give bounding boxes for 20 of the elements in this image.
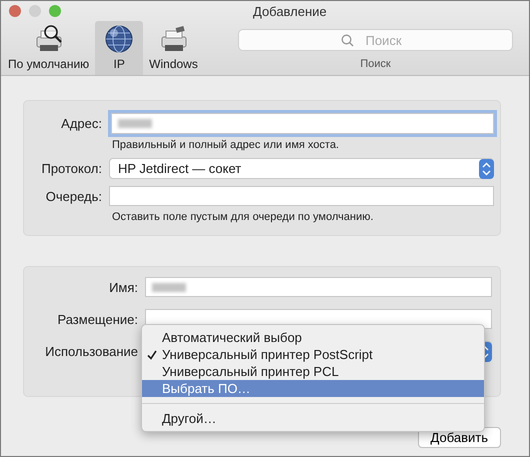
toolbar-tab[interactable]: Windows [146, 21, 201, 75]
window-title: Добавление [253, 4, 327, 18]
field-label: Адрес: [60, 116, 102, 131]
menu-item[interactable]: Автоматический выбор [142, 329, 484, 346]
field-label: Размещение: [56, 312, 138, 326]
search-field[interactable]: Поиск [238, 29, 513, 51]
menu-item[interactable]: Универсальный принтер PostScript [142, 346, 484, 363]
field-label: Очередь: [44, 188, 102, 204]
hint-text: Правильный и полный адрес или имя хоста. [111, 139, 339, 151]
menu-item[interactable]: Универсальный принтер PCL [142, 363, 484, 380]
hint-text: Оставить поле пустым для очереди по умолчанию. [111, 211, 374, 223]
search-label: Поиск [360, 58, 391, 70]
toolbar-tab[interactable]: IP [95, 21, 144, 75]
field-label: Имя: [108, 280, 138, 294]
toolbar-tab[interactable]: По умолчанию [5, 21, 92, 75]
field-label: Протокол: [40, 161, 102, 176]
menu-item[interactable]: Выбрать ПО… [142, 380, 484, 397]
field-label: Использование [44, 344, 138, 359]
popup-button[interactable]: HP Jetdirect — сокет [109, 158, 494, 179]
menu-item[interactable]: Другой… [142, 410, 484, 427]
